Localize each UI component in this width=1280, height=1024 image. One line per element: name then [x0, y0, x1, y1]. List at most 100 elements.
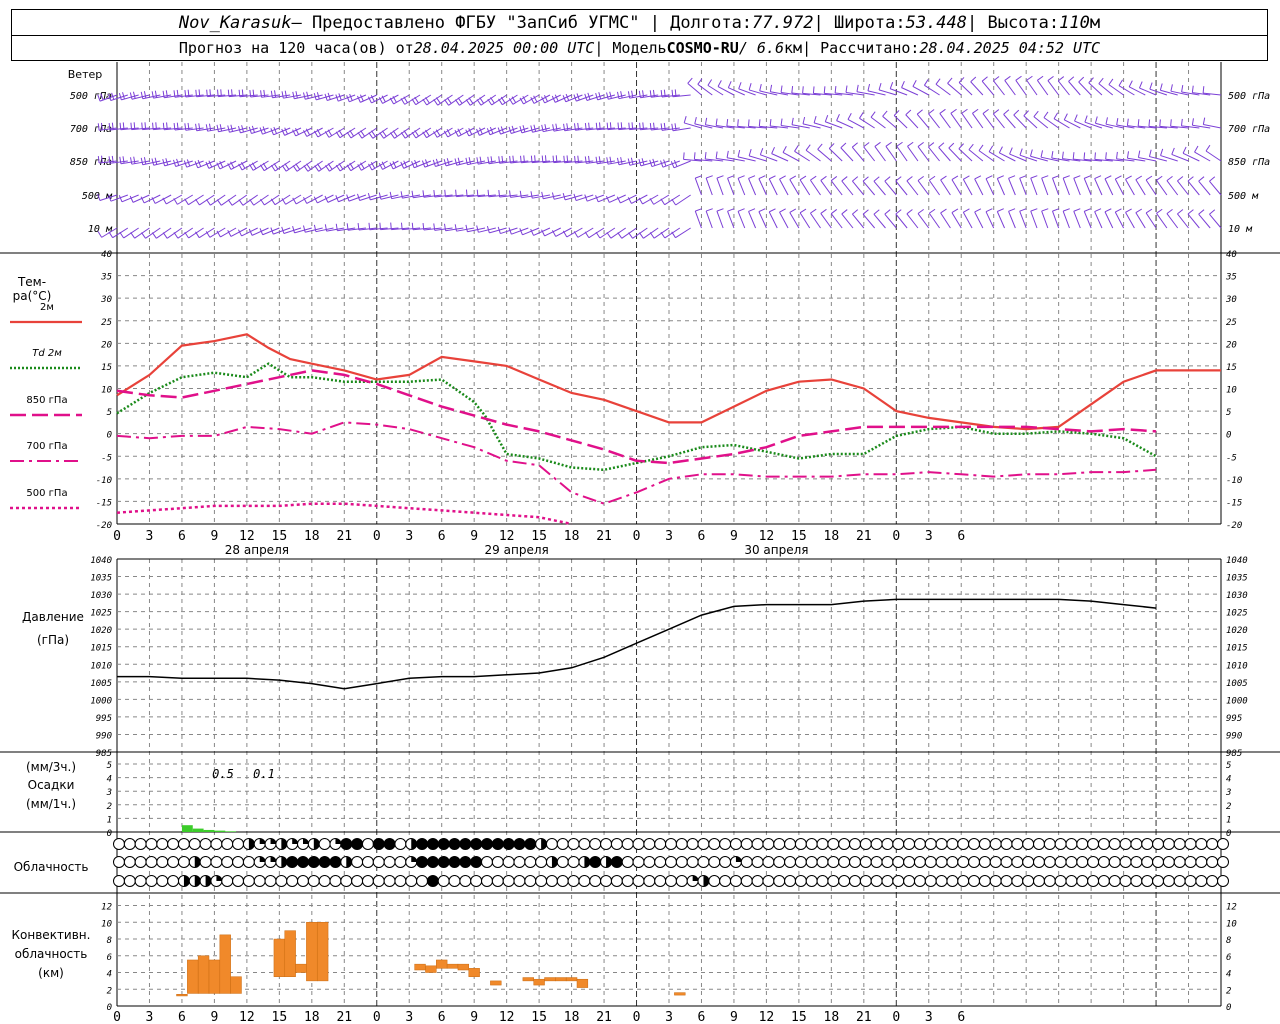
- wind-barb-tick: [198, 89, 201, 97]
- cloud-cover-circle: [686, 838, 699, 850]
- cloud-circle: [1011, 856, 1024, 868]
- wind-barb: [716, 177, 724, 196]
- cloud-circle: [978, 838, 991, 850]
- wind-barb-tick: [1170, 119, 1172, 127]
- cloud-circle: [643, 838, 656, 850]
- wind-barb-tick: [972, 108, 979, 114]
- wind-barb-tick: [314, 165, 320, 172]
- wind-level-label: 500 м: [82, 191, 113, 202]
- cloud-circle: [935, 838, 948, 850]
- cloud-cover-circle: [242, 875, 255, 887]
- cloud-circle: [1022, 875, 1035, 887]
- wind-barb-tick: [325, 165, 330, 172]
- cloud-circle: [903, 838, 916, 850]
- cloud-circle: [1087, 856, 1100, 868]
- wind-barb-tick: [367, 193, 371, 201]
- temp-axis-tick: -15: [1226, 498, 1242, 508]
- cloud-fill-quarter: [259, 838, 266, 844]
- cloud-cover-circle: [740, 856, 753, 868]
- cloud-circle: [1184, 856, 1197, 868]
- cloud-circle: [134, 875, 147, 887]
- wind-barb: [779, 211, 789, 229]
- wind-barb: [862, 213, 876, 229]
- wind-barb-tick: [238, 89, 241, 97]
- cloud-circle: [437, 838, 450, 850]
- wind-barb-tick: [378, 192, 382, 200]
- wind-barb-tick: [638, 232, 644, 239]
- wind-barb-tick: [759, 83, 762, 92]
- conv-axis-tick: 0: [1226, 1003, 1231, 1013]
- cloud-circle: [535, 875, 548, 887]
- cloud-cover-circle: [383, 856, 396, 868]
- pressure-axis-tick: 1035: [90, 574, 112, 584]
- cloud-circle: [989, 856, 1002, 868]
- wind-barb-tick: [390, 222, 392, 230]
- cloud-cover-circle: [1206, 875, 1219, 887]
- legend-label: 850 гПа: [26, 395, 67, 406]
- wind-barb-tick: [119, 156, 122, 164]
- precip-axis-tick: 2: [107, 802, 112, 812]
- cloud-cover-circle: [978, 856, 991, 868]
- cloud-circle: [448, 838, 461, 850]
- cloud-cover-circle: [643, 838, 656, 850]
- cloud-cover-circle: [1195, 875, 1208, 887]
- wind-barb-tick: [1135, 175, 1143, 181]
- cloud-cover-circle: [567, 875, 580, 887]
- cloud-circle: [221, 875, 234, 887]
- wind-barb-tick: [856, 84, 859, 92]
- cloud-circle: [1043, 838, 1056, 850]
- cloud-circle: [1162, 875, 1175, 887]
- conv-axis-tick: 4: [107, 970, 112, 980]
- cloud-cover-circle: [145, 875, 158, 887]
- precip-annotation: 0.1: [253, 767, 275, 781]
- cloud-circle: [773, 838, 786, 850]
- cloud-circle: [1206, 838, 1219, 850]
- cloud-circle: [589, 838, 602, 850]
- cloud-cover-circle: [275, 856, 288, 868]
- conv-cloud-bar: [468, 968, 480, 977]
- cloud-fill-quarter: [335, 838, 341, 844]
- wind-barb-tick: [917, 175, 924, 181]
- cloud-cover-circle: [849, 875, 861, 887]
- wind-barb: [885, 146, 897, 162]
- cloud-circle: [816, 875, 829, 887]
- hour-tick-label: 21: [856, 1010, 872, 1024]
- wind-barb-tick: [1008, 175, 1016, 179]
- temp-axis-tick: 40: [1226, 250, 1237, 260]
- hour-tick-label: 6: [178, 529, 186, 544]
- wind-barb-tick: [1125, 175, 1132, 180]
- wind-barb: [1019, 178, 1027, 196]
- cloud-cover-circle: [1054, 838, 1067, 850]
- cloud-cover-circle: [307, 838, 320, 850]
- cloud-title: Облачность: [13, 860, 89, 874]
- wind-barb-tick: [122, 92, 125, 100]
- wind-barb: [951, 179, 962, 196]
- wind-barb-tick: [628, 232, 634, 239]
- cloud-cover-circle: [654, 838, 667, 850]
- wind-barb-tick: [997, 208, 1004, 212]
- wind-barb-tick: [444, 189, 446, 197]
- cloud-cover-circle: [1206, 856, 1219, 868]
- cloud-cover-circle: [470, 856, 483, 868]
- wind-barb-tick: [660, 231, 666, 239]
- cloud-cover-circle: [307, 856, 320, 868]
- cloud-circle: [1173, 838, 1186, 850]
- wind-barb-tick: [238, 199, 244, 206]
- wind-barb: [974, 178, 984, 196]
- wind-barb: [1078, 81, 1092, 96]
- cloud-circle: [600, 875, 613, 887]
- cloud-fill-quarter: [292, 838, 298, 844]
- temp-axis-tick: 5: [1226, 408, 1231, 418]
- conv-cloud-bar: [197, 955, 210, 994]
- wind-barb-tick: [606, 232, 612, 239]
- cloud-cover-circle: [437, 875, 450, 887]
- cloud-cover-circle: [545, 875, 558, 887]
- wind-barb-tick: [1166, 208, 1173, 214]
- cloud-circle: [1011, 875, 1024, 887]
- precip-axis-tick: 2: [1226, 802, 1231, 812]
- wind-barb-tick: [1084, 115, 1088, 123]
- pressure-axis-tick: 1005: [90, 679, 112, 689]
- pressure-axis-tick: 990: [96, 731, 112, 741]
- temp-axis-tick: 40: [101, 250, 112, 260]
- wind-barb-tick: [620, 157, 623, 165]
